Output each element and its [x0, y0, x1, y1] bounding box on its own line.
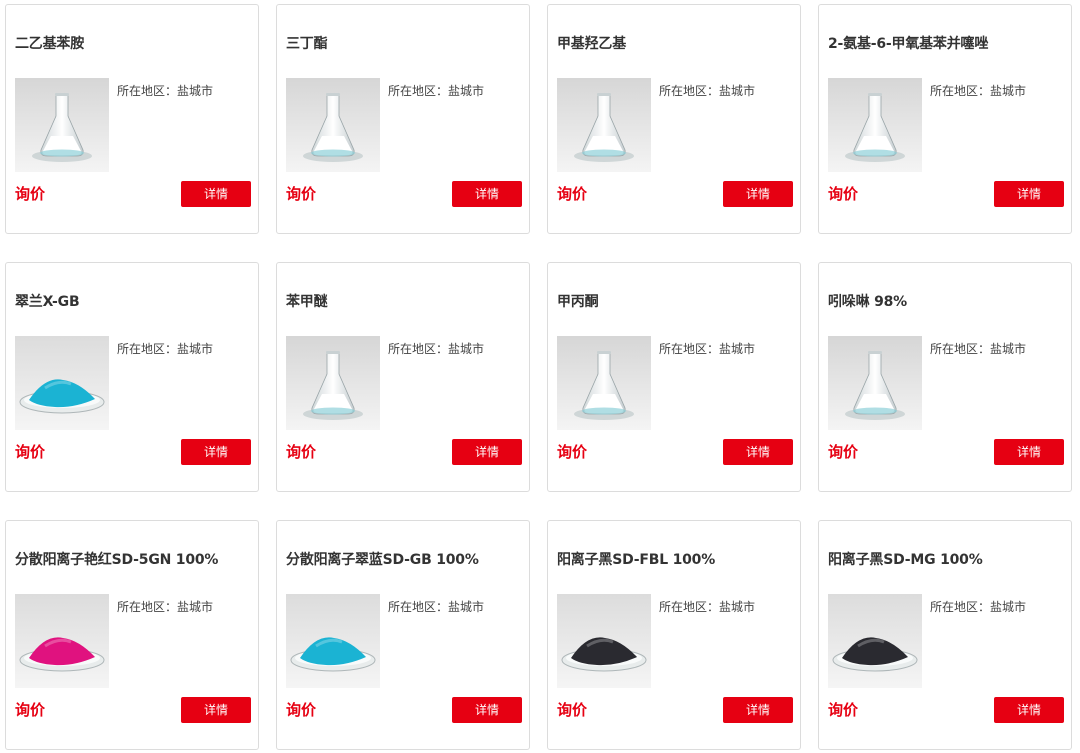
product-location: 所在地区：盐城市: [930, 340, 1026, 357]
price-inquiry-link[interactable]: 询价: [557, 183, 587, 204]
location-city: 盐城市: [990, 342, 1027, 356]
product-title[interactable]: 甲基羟乙基: [557, 33, 794, 53]
location-label: 所在地区：: [117, 342, 178, 356]
product-location: 所在地区：盐城市: [117, 598, 213, 615]
price-inquiry-link[interactable]: 询价: [286, 441, 316, 462]
product-image-flask[interactable]: [828, 336, 922, 430]
location-city: 盐城市: [990, 84, 1027, 98]
details-button[interactable]: 详情: [723, 439, 793, 465]
product-grid: 二乙基苯胺 所在地区：盐城市 询价 详情 三丁酯 所在地区：盐城市 询价 详情 甲基羟乙基: [0, 0, 1080, 753]
location-city: 盐城市: [990, 600, 1027, 614]
product-card[interactable]: 2-氨基-6-甲氧基苯并噻唑 所在地区：盐城市询价 详情: [818, 4, 1072, 234]
location-city: 盐城市: [177, 84, 214, 98]
location-label: 所在地区：: [388, 84, 449, 98]
details-button[interactable]: 详情: [994, 697, 1064, 723]
product-title[interactable]: 甲丙酮: [557, 291, 794, 311]
price-inquiry-link[interactable]: 询价: [286, 183, 316, 204]
location-city: 盐城市: [448, 84, 485, 98]
location-city: 盐城市: [719, 342, 756, 356]
product-image-flask[interactable]: [286, 78, 380, 172]
details-button[interactable]: 详情: [723, 181, 793, 207]
details-button[interactable]: 详情: [181, 697, 251, 723]
location-label: 所在地区：: [659, 342, 720, 356]
details-button[interactable]: 详情: [994, 181, 1064, 207]
location-label: 所在地区：: [117, 600, 178, 614]
details-button[interactable]: 详情: [181, 181, 251, 207]
details-button[interactable]: 详情: [994, 439, 1064, 465]
product-image-powder[interactable]: [557, 594, 651, 688]
product-location: 所在地区：盐城市: [117, 82, 213, 99]
location-label: 所在地区：: [388, 342, 449, 356]
details-button[interactable]: 详情: [181, 439, 251, 465]
price-inquiry-link[interactable]: 询价: [828, 183, 858, 204]
product-image-powder[interactable]: [828, 594, 922, 688]
product-location: 所在地区：盐城市: [659, 340, 755, 357]
location-label: 所在地区：: [659, 84, 720, 98]
location-city: 盐城市: [177, 342, 214, 356]
product-card[interactable]: 阳离子黑SD-FBL 100% 所在地区：盐城市询价 详情: [547, 520, 801, 750]
product-image-flask[interactable]: [286, 336, 380, 430]
details-button[interactable]: 详情: [452, 181, 522, 207]
location-label: 所在地区：: [930, 84, 991, 98]
product-location: 所在地区：盐城市: [930, 82, 1026, 99]
price-inquiry-link[interactable]: 询价: [15, 183, 45, 204]
product-card[interactable]: 阳离子黑SD-MG 100% 所在地区：盐城市询价 详情: [818, 520, 1072, 750]
product-location: 所在地区：盐城市: [659, 598, 755, 615]
product-image-flask[interactable]: [557, 336, 651, 430]
location-city: 盐城市: [448, 600, 485, 614]
product-card[interactable]: 甲丙酮 所在地区：盐城市询价 详情: [547, 262, 801, 492]
location-city: 盐城市: [719, 600, 756, 614]
product-title[interactable]: 分散阳离子艳红SD-5GN 100%: [15, 549, 252, 569]
product-location: 所在地区：盐城市: [388, 340, 484, 357]
product-image-flask[interactable]: [15, 78, 109, 172]
location-label: 所在地区：: [659, 600, 720, 614]
price-inquiry-link[interactable]: 询价: [557, 441, 587, 462]
price-inquiry-link[interactable]: 询价: [828, 441, 858, 462]
product-title[interactable]: 苯甲醚: [286, 291, 523, 311]
location-city: 盐城市: [719, 84, 756, 98]
location-city: 盐城市: [177, 600, 214, 614]
product-card[interactable]: 翠兰X-GB 所在地区：盐城市询价 详情: [5, 262, 259, 492]
price-inquiry-link[interactable]: 询价: [286, 699, 316, 720]
location-label: 所在地区：: [117, 84, 178, 98]
product-title[interactable]: 三丁酯: [286, 33, 523, 53]
product-title[interactable]: 翠兰X-GB: [15, 291, 252, 311]
product-card[interactable]: 二乙基苯胺 所在地区：盐城市询价 详情: [5, 4, 259, 234]
product-title[interactable]: 2-氨基-6-甲氧基苯并噻唑: [828, 33, 1065, 53]
product-card[interactable]: 甲基羟乙基 所在地区：盐城市询价 详情: [547, 4, 801, 234]
product-image-powder[interactable]: [15, 336, 109, 430]
product-title[interactable]: 二乙基苯胺: [15, 33, 252, 53]
details-button[interactable]: 详情: [452, 697, 522, 723]
product-card[interactable]: 分散阳离子艳红SD-5GN 100% 所在地区：盐城市询价 详情: [5, 520, 259, 750]
product-card[interactable]: 三丁酯 所在地区：盐城市询价 详情: [276, 4, 530, 234]
location-label: 所在地区：: [930, 342, 991, 356]
product-title[interactable]: 阳离子黑SD-FBL 100%: [557, 549, 794, 569]
product-location: 所在地区：盐城市: [659, 82, 755, 99]
product-title[interactable]: 吲哚啉 98%: [828, 291, 1065, 311]
product-image-powder[interactable]: [15, 594, 109, 688]
product-image-flask[interactable]: [828, 78, 922, 172]
location-label: 所在地区：: [930, 600, 991, 614]
product-card[interactable]: 吲哚啉 98% 所在地区：盐城市询价 详情: [818, 262, 1072, 492]
location-city: 盐城市: [448, 342, 485, 356]
price-inquiry-link[interactable]: 询价: [15, 699, 45, 720]
product-image-powder[interactable]: [286, 594, 380, 688]
product-location: 所在地区：盐城市: [388, 598, 484, 615]
product-title[interactable]: 阳离子黑SD-MG 100%: [828, 549, 1065, 569]
product-location: 所在地区：盐城市: [930, 598, 1026, 615]
product-title[interactable]: 分散阳离子翠蓝SD-GB 100%: [286, 549, 523, 569]
price-inquiry-link[interactable]: 询价: [557, 699, 587, 720]
product-card[interactable]: 苯甲醚 所在地区：盐城市询价 详情: [276, 262, 530, 492]
details-button[interactable]: 详情: [452, 439, 522, 465]
product-card[interactable]: 分散阳离子翠蓝SD-GB 100% 所在地区：盐城市询价 详情: [276, 520, 530, 750]
price-inquiry-link[interactable]: 询价: [828, 699, 858, 720]
details-button[interactable]: 详情: [723, 697, 793, 723]
product-location: 所在地区：盐城市: [388, 82, 484, 99]
location-label: 所在地区：: [388, 600, 449, 614]
product-image-flask[interactable]: [557, 78, 651, 172]
product-location: 所在地区：盐城市: [117, 340, 213, 357]
price-inquiry-link[interactable]: 询价: [15, 441, 45, 462]
